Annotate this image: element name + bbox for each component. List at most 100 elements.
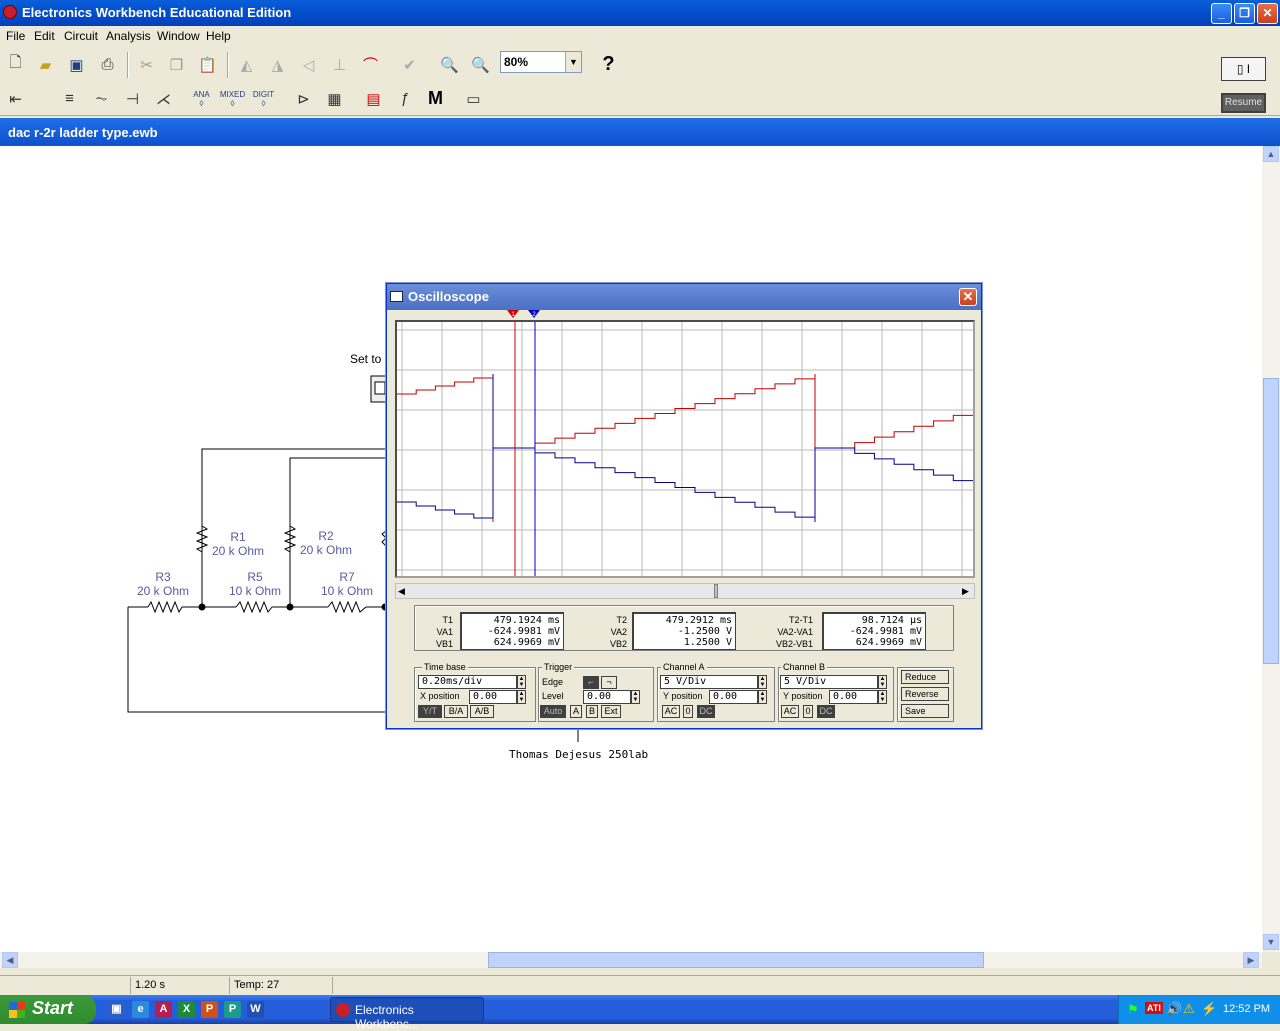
print-icon[interactable]: ⎙	[94, 51, 121, 78]
digital-bin-icon[interactable]: ▦	[321, 85, 348, 112]
scroll-right-icon[interactable]: ▶	[962, 586, 969, 597]
excel-icon[interactable]: X	[178, 1001, 195, 1018]
publisher-icon[interactable]: P	[224, 1001, 241, 1018]
channel-b-ac-button[interactable]: AC	[781, 705, 799, 718]
transistors-bin-icon[interactable]: ⋌	[150, 85, 177, 112]
scroll-right-icon[interactable]: ▶	[1243, 952, 1259, 968]
scroll-down-icon[interactable]: ▼	[1263, 934, 1279, 950]
channel-a-ac-button[interactable]: AC	[662, 705, 680, 718]
edge-rising-button[interactable]: ⌐	[583, 676, 599, 689]
zoom-out-icon[interactable]: 🔍	[436, 51, 463, 78]
channel-b-zero-button[interactable]: 0	[803, 705, 813, 718]
digital-ics-bin-icon[interactable]: DIGIT ◊	[250, 85, 277, 112]
mode-ab-button[interactable]: A/B	[470, 705, 494, 718]
flip-horizontal-icon[interactable]: ◮	[264, 51, 291, 78]
channel-a-zero-button[interactable]: 0	[683, 705, 693, 718]
menu-edit[interactable]: Edit	[34, 29, 55, 43]
instruments-bin-icon[interactable]: ▭	[460, 85, 487, 112]
channel-b-ypos-input[interactable]: 0.00	[829, 690, 878, 704]
resume-button[interactable]: Resume	[1221, 93, 1266, 113]
timebase-select[interactable]: 0.20ms/div	[418, 675, 517, 689]
power-icon[interactable]: ⚡	[1201, 1001, 1217, 1017]
rotate-icon[interactable]: ◭	[233, 51, 260, 78]
powerpoint-icon[interactable]: P	[201, 1001, 218, 1018]
indicators-bin-icon[interactable]: ▤	[360, 85, 387, 112]
logic-gates-bin-icon[interactable]: ⊳	[290, 85, 317, 112]
show-desktop-icon[interactable]: ▣	[108, 1001, 125, 1018]
subcircuit-icon[interactable]: ⊥	[326, 51, 353, 78]
new-file-icon[interactable]: 🗋	[2, 51, 29, 78]
oscilloscope-close-button[interactable]: ✕	[959, 288, 977, 306]
mode-ba-button[interactable]: B/A	[444, 705, 468, 718]
power-switch-icon[interactable]: ▯ I	[1221, 57, 1266, 81]
channel-b-dc-button[interactable]: DC	[817, 705, 835, 718]
trigger-ext-button[interactable]: Ext	[601, 705, 621, 718]
basic-bin-icon[interactable]: ⏦	[88, 85, 115, 112]
mode-yt-button[interactable]: Y/T	[418, 705, 442, 718]
resistor-r5[interactable]	[235, 600, 273, 614]
channel-b-ypos-spinner[interactable]: ▲ ▼	[878, 690, 887, 704]
channel-a-dc-button[interactable]: DC	[697, 705, 715, 718]
save-icon[interactable]: ▣	[63, 51, 90, 78]
horizontal-scroll-thumb[interactable]	[488, 952, 984, 968]
security-icon[interactable]: ⚠	[1183, 1001, 1195, 1017]
zoom-in-icon[interactable]: 🔍	[467, 51, 494, 78]
trigger-auto-button[interactable]: Auto	[540, 705, 566, 718]
network-icon[interactable]: ⚑	[1127, 1002, 1139, 1018]
mixed-ics-bin-icon[interactable]: MIXED ◊	[219, 85, 246, 112]
vertical-scroll-thumb[interactable]	[1263, 378, 1279, 664]
analog-ics-bin-icon[interactable]: ANA ◊	[188, 85, 215, 112]
ati-icon[interactable]: ATI	[1145, 1002, 1163, 1014]
speaker-icon[interactable]: 🔊	[1166, 1001, 1182, 1017]
channel-a-select[interactable]: 5 V/Div	[660, 675, 758, 689]
edge-falling-button[interactable]: ¬	[601, 676, 617, 689]
close-button[interactable]: ✕	[1257, 3, 1278, 24]
scroll-left-icon[interactable]: ◀	[2, 952, 18, 968]
channel-b-spinner[interactable]: ▲ ▼	[878, 675, 887, 689]
resistor-r3[interactable]	[147, 600, 183, 614]
restore-button[interactable]: ❐	[1234, 3, 1255, 24]
access-icon[interactable]: A	[155, 1001, 172, 1018]
oscilloscope-scrollbar[interactable]: ◀ ▶	[395, 583, 975, 599]
menu-window[interactable]: Window	[157, 29, 200, 43]
vertical-scrollbar[interactable]: ▲ ▼	[1262, 146, 1280, 952]
channel-a-spinner[interactable]: ▲ ▼	[758, 675, 767, 689]
menu-help[interactable]: Help	[206, 29, 231, 43]
miscellaneous-bin-icon[interactable]: M	[422, 85, 449, 112]
oscilloscope-title-bar[interactable]: Oscilloscope ✕	[387, 284, 981, 310]
trigger-a-button[interactable]: A	[570, 705, 582, 718]
zoom-select[interactable]: 80% ▼	[500, 51, 582, 73]
paste-icon[interactable]: 📋	[194, 51, 221, 78]
save-button[interactable]: Save	[901, 704, 949, 718]
channel-b-select[interactable]: 5 V/Div	[780, 675, 878, 689]
copy-icon[interactable]: ❐	[163, 51, 190, 78]
component-properties-icon[interactable]: ✔	[396, 51, 423, 78]
level-input[interactable]: 0.00	[583, 690, 631, 704]
favorites-bin-icon[interactable]: ⇤	[2, 85, 29, 112]
scroll-left-icon[interactable]: ◀	[398, 586, 405, 597]
reverse-button[interactable]: Reverse	[901, 687, 949, 701]
channel-a-ypos-input[interactable]: 0.00	[709, 690, 758, 704]
channel-a-ypos-spinner[interactable]: ▲ ▼	[758, 690, 767, 704]
menu-file[interactable]: File	[6, 29, 25, 43]
help-button[interactable]: ?	[595, 51, 622, 78]
resistor-r7[interactable]	[327, 600, 367, 614]
flip-vertical-icon[interactable]: ◁	[295, 51, 322, 78]
horizontal-scrollbar[interactable]: ◀ ▶	[0, 952, 1262, 968]
menu-circuit[interactable]: Circuit	[64, 29, 98, 43]
trigger-b-button[interactable]: B	[586, 705, 598, 718]
xposition-spinner[interactable]: ▲ ▼	[517, 690, 526, 704]
taskbar-item-workbench[interactable]: Electronics Workbenc...	[330, 997, 484, 1031]
scroll-up-icon[interactable]: ▲	[1263, 146, 1279, 162]
oscilloscope-scroll-thumb[interactable]	[714, 584, 718, 598]
internet-explorer-icon[interactable]: e	[132, 1001, 149, 1018]
menu-analysis[interactable]: Analysis	[106, 29, 151, 43]
xposition-input[interactable]: 0.00	[469, 690, 517, 704]
cut-icon[interactable]: ✂	[133, 51, 160, 78]
minimize-button[interactable]: _	[1211, 3, 1232, 24]
word-icon[interactable]: W	[247, 1001, 264, 1018]
open-folder-icon[interactable]: ▰	[32, 51, 59, 78]
sources-bin-icon[interactable]: ≡	[56, 85, 83, 112]
cursor-markers[interactable]: 1 2	[505, 310, 545, 320]
graph-icon[interactable]: ⌒	[357, 51, 384, 78]
